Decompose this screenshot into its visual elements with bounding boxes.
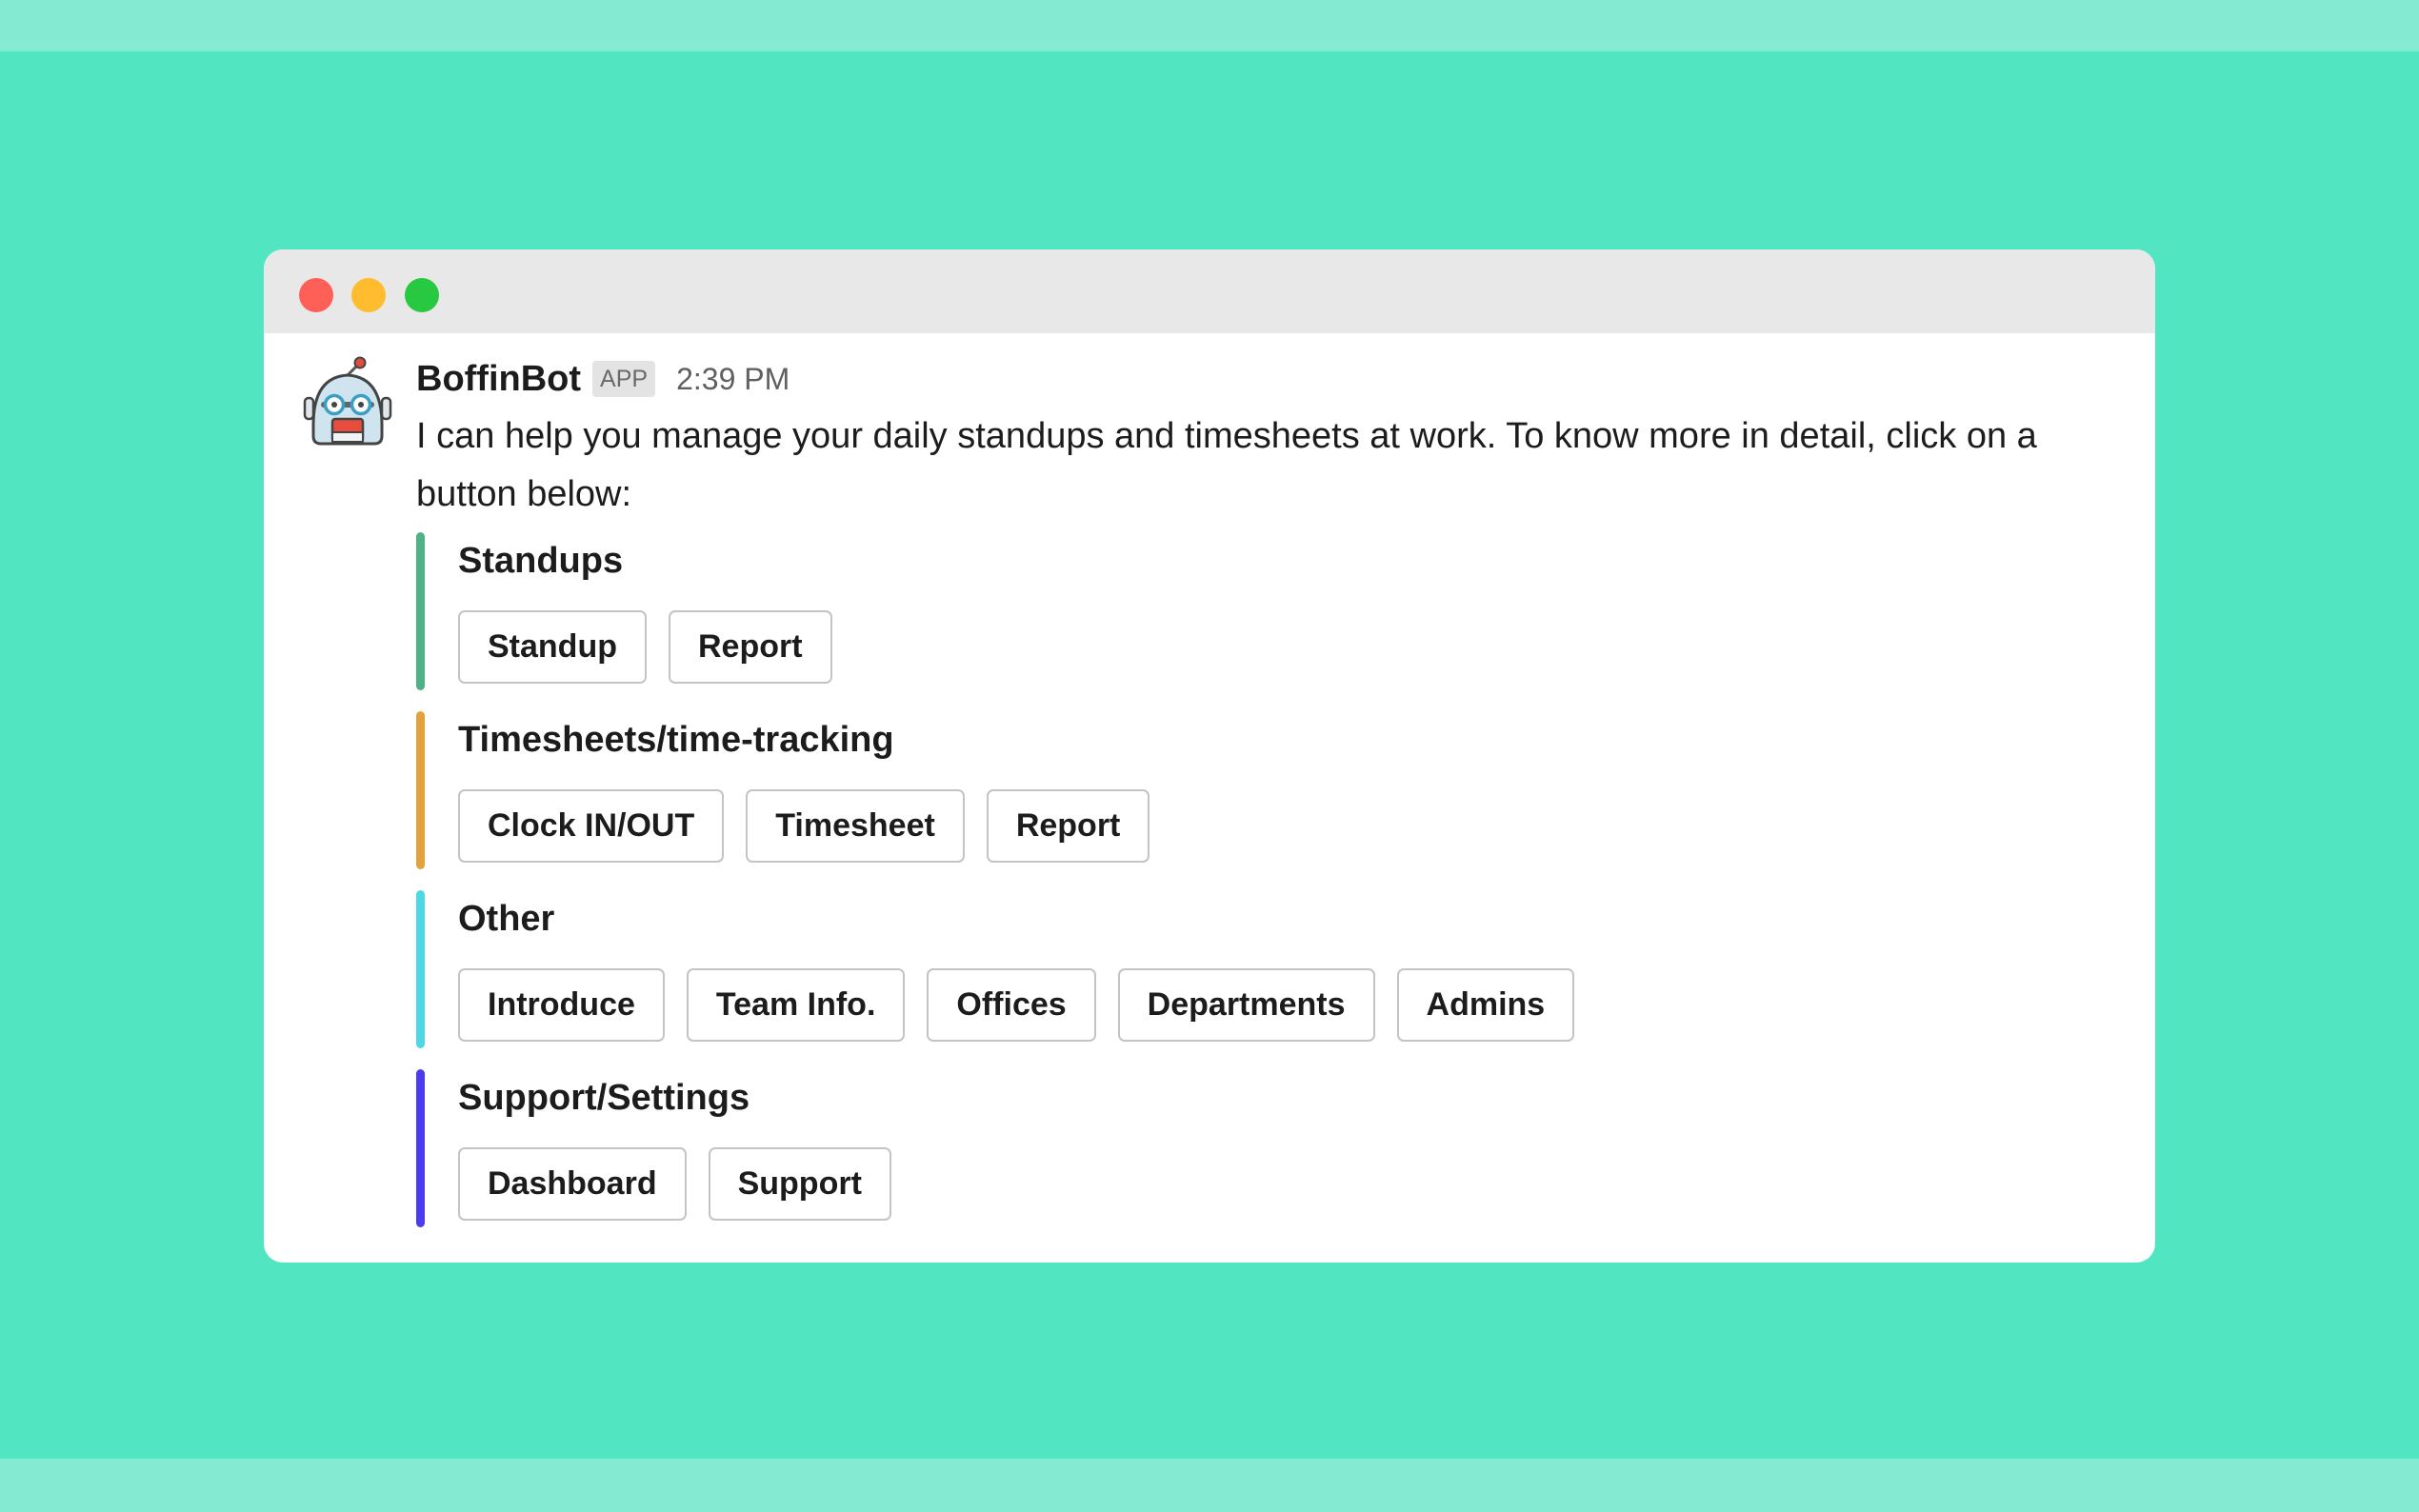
- button-group: Clock IN/OUT Timesheet Report: [458, 789, 1150, 863]
- section-color-bar: [416, 890, 425, 1048]
- background-band-bottom: [0, 1459, 2419, 1512]
- standup-button[interactable]: Standup: [458, 610, 647, 684]
- window-maximize-button[interactable]: [405, 278, 439, 312]
- section-title: Other: [458, 899, 555, 939]
- section-timesheets: Timesheets/time-tracking Clock IN/OUT Ti…: [416, 711, 2111, 869]
- admins-button[interactable]: Admins: [1396, 968, 1575, 1042]
- section-title: Support/Settings: [458, 1078, 750, 1118]
- section-color-bar: [416, 1069, 425, 1227]
- section-color-bar: [416, 711, 425, 869]
- clock-in-out-button[interactable]: Clock IN/OUT: [458, 789, 725, 863]
- section-color-bar: [416, 532, 425, 690]
- window-titlebar: [264, 249, 2155, 333]
- section-support-settings: Support/Settings Dashboard Support: [416, 1069, 2111, 1227]
- support-button[interactable]: Support: [708, 1147, 891, 1221]
- message-header: BoffinBot APP 2:39 PM: [416, 350, 790, 408]
- introduce-button[interactable]: Introduce: [458, 968, 665, 1042]
- timesheet-report-button[interactable]: Report: [986, 789, 1150, 863]
- timesheet-button[interactable]: Timesheet: [746, 789, 965, 863]
- app-badge: APP: [592, 361, 656, 397]
- section-other: Other Introduce Team Info. Offices Depar…: [416, 890, 2111, 1048]
- button-group: Introduce Team Info. Offices Departments…: [458, 968, 1575, 1042]
- window-minimize-button[interactable]: [351, 278, 386, 312]
- standup-report-button[interactable]: Report: [668, 610, 832, 684]
- message-text: I can help you manage your daily standup…: [416, 416, 2037, 514]
- departments-button[interactable]: Departments: [1117, 968, 1375, 1042]
- background-band-top: [0, 0, 2419, 51]
- section-title: Standups: [458, 541, 624, 581]
- dashboard-button[interactable]: Dashboard: [458, 1147, 687, 1221]
- offices-button[interactable]: Offices: [927, 968, 1096, 1042]
- section-standups: Standups Standup Report: [416, 532, 2111, 690]
- team-info-button[interactable]: Team Info.: [686, 968, 906, 1042]
- sender-name[interactable]: BoffinBot: [416, 359, 581, 400]
- message-timestamp[interactable]: 2:39 PM: [676, 362, 790, 397]
- app-window: BoffinBot APP 2:39 PM I can help you man…: [264, 249, 2155, 1263]
- robot-icon[interactable]: [302, 356, 393, 448]
- section-title: Timesheets/time-tracking: [458, 720, 894, 760]
- button-group: Standup Report: [458, 610, 832, 684]
- window-close-button[interactable]: [299, 278, 333, 312]
- button-group: Dashboard Support: [458, 1147, 891, 1221]
